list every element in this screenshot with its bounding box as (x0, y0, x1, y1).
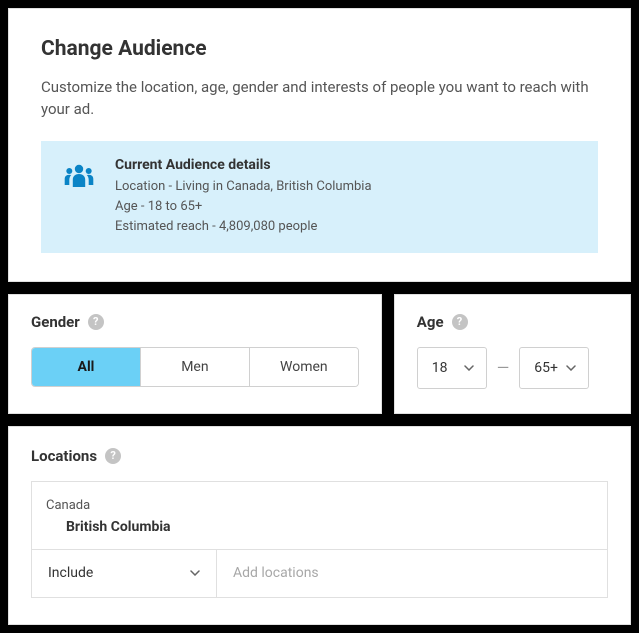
gender-label: Gender (31, 313, 80, 331)
age-range-dash: — (497, 358, 510, 377)
help-icon[interactable]: ? (105, 448, 121, 464)
audience-header-card: Change Audience Customize the location, … (8, 8, 631, 282)
audience-heading: Current Audience details (115, 157, 584, 173)
age-min-select[interactable]: 18 (417, 347, 487, 389)
age-label: Age (417, 313, 444, 331)
add-location-input[interactable] (217, 550, 607, 597)
page-subtitle: Customize the location, age, gender and … (41, 77, 598, 121)
gender-segmented: All Men Women (31, 347, 359, 387)
locations-label: Locations (31, 447, 97, 465)
locations-body: Canada British Columbia Include (31, 481, 608, 598)
gender-option-women[interactable]: Women (250, 348, 358, 386)
audience-reach: Estimated reach - 4,809,080 people (115, 217, 584, 237)
locations-card: Locations ? Canada British Columbia Incl… (8, 426, 631, 625)
age-max-value: 65+ (534, 360, 558, 376)
audience-icon (55, 157, 103, 189)
locations-list: Canada British Columbia (32, 482, 607, 549)
audience-info: Current Audience details Location - Livi… (115, 157, 584, 237)
include-mode-value: Include (48, 565, 93, 581)
locations-title-row: Locations ? (31, 447, 608, 465)
age-controls: 18 — 65+ (417, 347, 608, 389)
audience-age: Age - 18 to 65+ (115, 197, 584, 217)
page-title: Change Audience (41, 37, 598, 61)
current-audience-panel: Current Audience details Location - Livi… (41, 141, 598, 253)
gender-card: Gender ? All Men Women (8, 294, 382, 414)
help-icon[interactable]: ? (88, 314, 104, 330)
help-icon[interactable]: ? (452, 314, 468, 330)
age-min-value: 18 (432, 360, 448, 376)
gender-title-row: Gender ? (31, 313, 359, 331)
location-country: Canada (46, 498, 593, 513)
include-mode-select[interactable]: Include (32, 550, 217, 597)
chevron-down-icon (566, 365, 576, 371)
location-region: British Columbia (46, 519, 593, 535)
age-title-row: Age ? (417, 313, 608, 331)
age-max-select[interactable]: 65+ (519, 347, 589, 389)
chevron-down-icon (190, 570, 200, 576)
gender-option-men[interactable]: Men (141, 348, 250, 386)
gender-option-all[interactable]: All (32, 348, 141, 386)
age-card: Age ? 18 — 65+ (394, 294, 631, 414)
chevron-down-icon (464, 365, 474, 371)
audience-location: Location - Living in Canada, British Col… (115, 177, 584, 197)
locations-controls: Include (32, 549, 607, 597)
